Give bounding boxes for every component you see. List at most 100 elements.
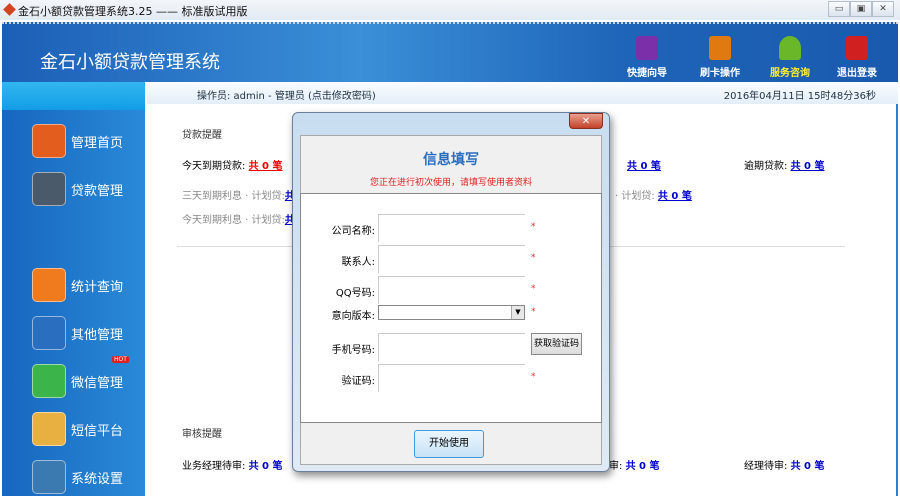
required-mark: *	[531, 372, 536, 382]
sidebar-item-other[interactable]: 其他管理	[32, 316, 123, 350]
title-bar: 金石小额贷款管理系统3.25 —— 标准版试用版 ▭ ▣ ✕	[0, 0, 900, 20]
verification-code-input[interactable]	[378, 364, 525, 392]
dialog-subtitle: 您正在进行初次使用，请填写使用者资料	[369, 178, 532, 188]
three-day-row: 三天到期利息 · 计划贷:共	[182, 187, 295, 202]
window-title: 金石小额贷款管理系统3.25 —— 标准版试用版	[18, 5, 248, 18]
version-label: 意向版本:	[331, 311, 375, 322]
mgr-label: 经理待审:	[744, 461, 788, 472]
wechat-icon	[32, 364, 66, 398]
chevron-down-icon[interactable]: ▼	[511, 306, 524, 319]
power-icon	[846, 36, 868, 60]
required-mark: *	[531, 253, 536, 263]
start-button[interactable]: 开始使用	[414, 430, 484, 458]
info-dialog: ✕ 信息填写 您正在进行初次使用，请填写使用者资料 公司名称: * 联系人: * Q…	[292, 112, 610, 472]
code-row: 验证码: *	[301, 364, 601, 392]
biz-mgr-label: 业务经理待审:	[182, 461, 246, 472]
biz-mgr-row: 业务经理待审: 共 0 笔	[182, 457, 282, 472]
sidebar-item-label: 其他管理	[71, 327, 124, 343]
mid-review-row: 审: 共 0 笔	[609, 457, 659, 472]
today-interest-row: 今天到期利息 · 计划贷:共	[182, 211, 295, 226]
wrench-icon	[32, 460, 66, 494]
datetime: 2016年04月11日 15时48分36秒	[723, 91, 876, 102]
version-select[interactable]: ▼	[378, 305, 525, 320]
dialog-close-button[interactable]: ✕	[569, 113, 603, 129]
today-due-row: 今天到期贷款: 共 0 笔	[182, 157, 282, 172]
required-mark: *	[531, 307, 536, 317]
required-mark: *	[531, 284, 536, 294]
qq-label: QQ号码:	[335, 288, 375, 299]
phone-row: 手机号码: 获取验证码	[301, 333, 601, 361]
company-label: 公司名称:	[331, 226, 375, 237]
today-interest-label: 今天到期利息 · 计划贷:	[182, 215, 285, 226]
sidebar-item-wechat[interactable]: 微信管理 HOT	[32, 356, 129, 398]
sidebar-item-label: 微信管理	[71, 375, 124, 391]
service-button[interactable]: 服务咨询	[760, 36, 820, 79]
contact-input[interactable]	[378, 245, 525, 273]
three-day-right-label: · 计划贷:	[615, 191, 655, 202]
phone-label: 手机号码:	[331, 345, 375, 356]
company-name-input[interactable]	[378, 214, 525, 242]
today-due-label: 今天到期贷款:	[182, 161, 246, 172]
qq-input[interactable]	[378, 276, 525, 304]
logout-button[interactable]: 退出登录	[827, 36, 887, 79]
qq-row: QQ号码: *	[301, 276, 601, 304]
dialog-header: 信息填写 您正在进行初次使用，请填写使用者资料	[300, 135, 602, 193]
card-swipe-button[interactable]: 刷卡操作	[690, 36, 750, 79]
sidebar-item-sms[interactable]: 短信平台	[32, 412, 123, 446]
code-label: 验证码:	[341, 376, 375, 387]
sidebar-item-home[interactable]: 管理首页	[32, 124, 123, 158]
sidebar-item-stats[interactable]: 统计查询	[32, 268, 123, 302]
dialog-form: 公司名称: * 联系人: * QQ号码: * 意向版本: ▼ * 手机号码: 获取验证码 验…	[300, 193, 602, 423]
version-row: 意向版本: ▼ *	[301, 305, 601, 333]
overdue-link[interactable]: 共 0 笔	[791, 161, 825, 172]
overdue-label: 逾期贷款:	[744, 161, 788, 172]
swirl-icon	[32, 316, 66, 350]
close-button[interactable]: ✕	[872, 1, 894, 17]
contact-label: 联系人:	[341, 257, 375, 268]
card-swipe-label: 刷卡操作	[700, 68, 740, 79]
mid-review-label: 审:	[609, 461, 623, 472]
loan-reminder-heading: 贷款提醒	[182, 130, 222, 141]
maximize-button[interactable]: ▣	[850, 1, 872, 17]
mid-due-row: 共 0 笔	[627, 157, 661, 172]
get-code-button[interactable]: 获取验证码	[531, 333, 582, 355]
operator-link[interactable]: 操作员: admin - 管理员 (点击修改密码)	[197, 87, 376, 102]
app-header: 金石小额贷款管理系统 快捷向导 刷卡操作 服务咨询 退出登录	[2, 22, 898, 82]
mid-due-link[interactable]: 共 0 笔	[627, 161, 661, 172]
phone-input[interactable]	[378, 333, 525, 361]
sidebar-item-loan[interactable]: 贷款管理	[32, 172, 123, 206]
quick-guide-button[interactable]: 快捷向导	[617, 36, 677, 79]
mgr-link[interactable]: 共 0 笔	[791, 461, 825, 472]
sidebar-item-label: 短信平台	[71, 423, 124, 439]
sidebar-item-label: 贷款管理	[71, 183, 124, 199]
mgr-row: 经理待审: 共 0 笔	[744, 457, 824, 472]
notebook-icon	[32, 172, 66, 206]
mid-review-link[interactable]: 共 0 笔	[626, 461, 660, 472]
biz-mgr-link[interactable]: 共 0 笔	[249, 461, 283, 472]
overdue-row: 逾期贷款: 共 0 笔	[744, 157, 824, 172]
dialog-title: 信息填写	[423, 152, 479, 168]
chart-icon	[32, 268, 66, 302]
company-row: 公司名称: *	[301, 214, 601, 242]
sidebar: 管理首页 贷款管理 统计查询 其他管理 微信管理 HOT 短信平台 系统设置	[2, 110, 145, 496]
service-label: 服务咨询	[770, 68, 810, 79]
sidebar-item-label: 管理首页	[71, 135, 124, 151]
home-icon	[32, 124, 66, 158]
question-icon	[636, 36, 658, 60]
card-icon	[709, 36, 731, 60]
minimize-button[interactable]: ▭	[828, 1, 850, 17]
envelope-icon	[32, 412, 66, 446]
logout-label: 退出登录	[837, 68, 877, 79]
today-due-link[interactable]: 共 0 笔	[249, 161, 283, 172]
user-icon	[779, 36, 801, 60]
three-day-right-link[interactable]: 共 0 笔	[658, 191, 692, 202]
app-title: 金石小额贷款管理系统	[40, 52, 220, 73]
sidebar-top	[2, 82, 145, 110]
quick-guide-label: 快捷向导	[627, 68, 667, 79]
status-bar: 操作员: admin - 管理员 (点击修改密码) 2016年04月11日 15…	[147, 82, 898, 104]
review-reminder-heading: 审核提醒	[182, 429, 222, 440]
sidebar-item-settings[interactable]: 系统设置	[32, 460, 123, 494]
sidebar-item-label: 系统设置	[71, 471, 124, 487]
contact-row: 联系人: *	[301, 245, 601, 273]
hot-badge: HOT	[112, 356, 129, 363]
